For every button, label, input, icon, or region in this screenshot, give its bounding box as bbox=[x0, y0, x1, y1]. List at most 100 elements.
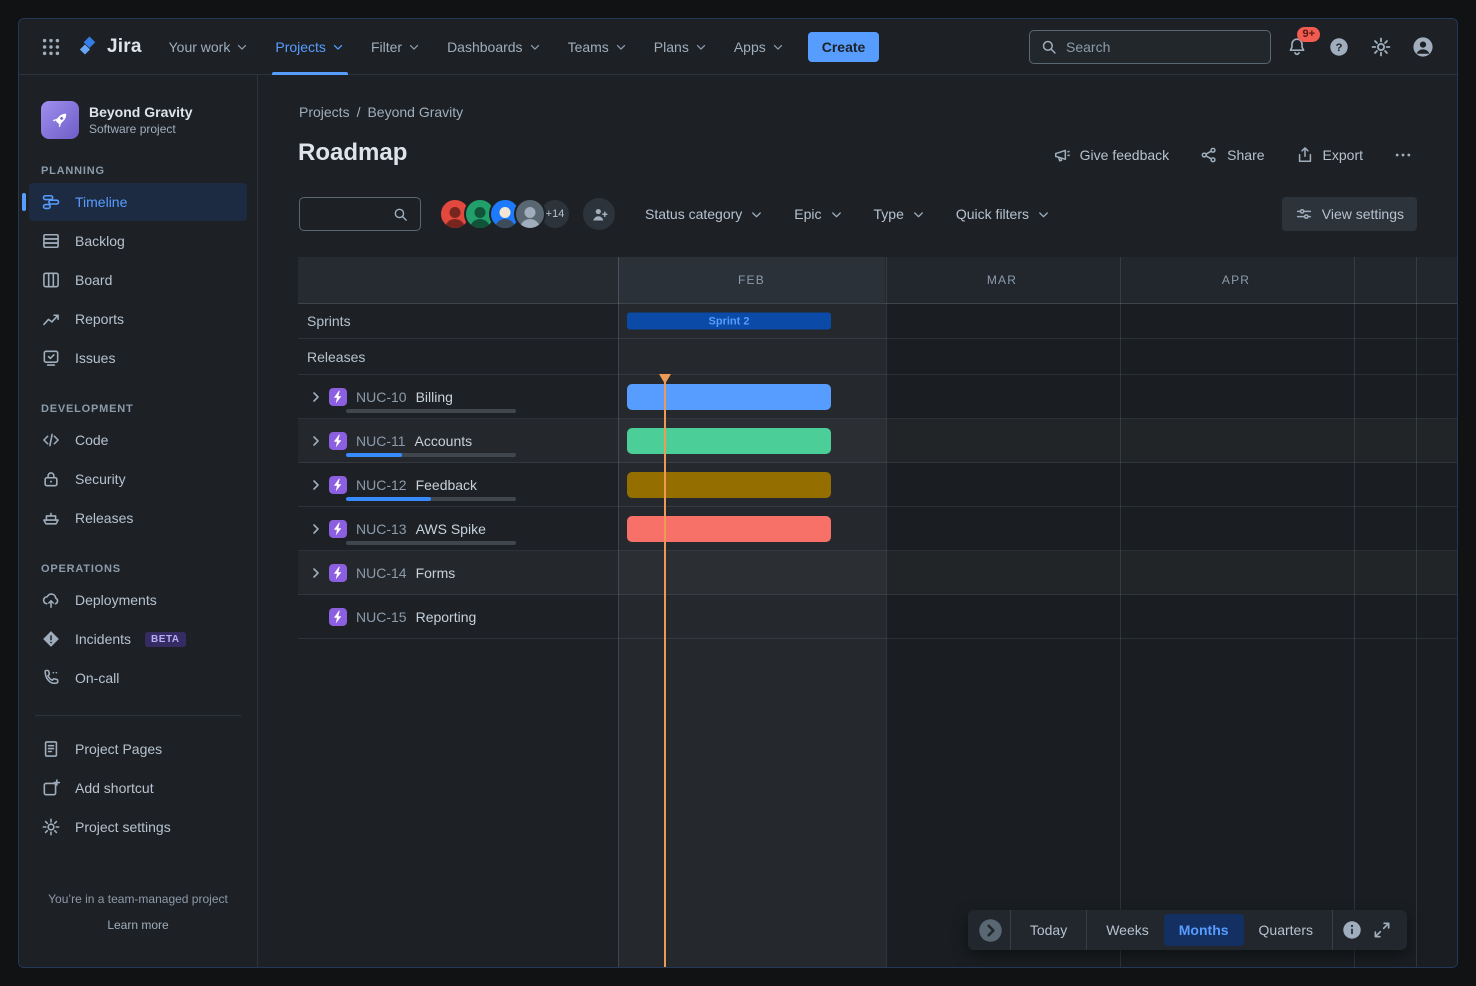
timeline-search[interactable] bbox=[299, 197, 421, 231]
sidebar-item-security[interactable]: Security bbox=[29, 460, 247, 498]
breadcrumb-projects[interactable]: Projects bbox=[299, 104, 350, 120]
expand-chevron-icon[interactable] bbox=[308, 521, 324, 537]
sidebar-item-deployments[interactable]: Deployments bbox=[29, 581, 247, 619]
sidebar-item-board[interactable]: Board bbox=[29, 261, 247, 299]
month-header-apr: APR bbox=[1119, 257, 1353, 303]
export-button[interactable]: Export bbox=[1295, 145, 1363, 165]
nav-item-teams[interactable]: Teams bbox=[555, 19, 641, 75]
epic-name[interactable]: Accounts bbox=[415, 433, 473, 449]
expand-chevron-icon[interactable] bbox=[308, 477, 324, 493]
epic-name[interactable]: Reporting bbox=[416, 609, 477, 625]
epic-row-nuc-12: NUC-12 Feedback bbox=[298, 463, 1457, 507]
give-feedback-button[interactable]: Give feedback bbox=[1052, 145, 1170, 165]
help-button[interactable]: ? bbox=[1323, 31, 1355, 63]
epic-icon bbox=[329, 432, 347, 450]
epic-name[interactable]: AWS Spike bbox=[416, 521, 486, 537]
expand-chevron-icon[interactable] bbox=[308, 433, 324, 449]
sidebar-item-add-shortcut[interactable]: Add shortcut bbox=[29, 769, 247, 807]
expand-chevron-icon[interactable] bbox=[308, 389, 324, 405]
type-filter[interactable]: Type bbox=[874, 206, 926, 222]
zoom-months-button[interactable]: Months bbox=[1164, 914, 1244, 946]
epic-filter[interactable]: Epic bbox=[794, 206, 843, 222]
chevron-down-icon bbox=[829, 207, 844, 222]
megaphone-icon bbox=[1052, 145, 1072, 165]
jira-logo[interactable]: Jira bbox=[77, 35, 142, 58]
zoombar-divider bbox=[1010, 910, 1011, 950]
epic-name[interactable]: Forms bbox=[416, 565, 456, 581]
project-header[interactable]: Beyond Gravity Software project bbox=[19, 101, 257, 139]
epic-progress-fill bbox=[346, 453, 402, 457]
settings-button[interactable] bbox=[1365, 31, 1397, 63]
learn-more-link[interactable]: Learn more bbox=[19, 918, 257, 932]
nav-item-label: Your work bbox=[169, 39, 231, 55]
epic-name[interactable]: Billing bbox=[416, 389, 453, 405]
nav-item-filter[interactable]: Filter bbox=[358, 19, 434, 75]
nav-item-plans[interactable]: Plans bbox=[641, 19, 721, 75]
timeline-toolbar: +14 Status category Epic Type bbox=[299, 197, 1417, 231]
fullscreen-button[interactable] bbox=[1367, 915, 1397, 945]
sidebar-item-label: Board bbox=[75, 272, 112, 288]
chevron-down-icon bbox=[331, 40, 345, 54]
nav-item-apps[interactable]: Apps bbox=[721, 19, 798, 75]
more-actions-button[interactable] bbox=[1393, 145, 1413, 165]
epic-bar-aws-spike[interactable] bbox=[627, 516, 831, 542]
epic-bar-billing[interactable] bbox=[627, 384, 831, 410]
notifications-button[interactable]: 9+ bbox=[1281, 31, 1313, 63]
epic-bar-accounts[interactable] bbox=[627, 428, 831, 454]
sidebar-item-timeline[interactable]: Timeline bbox=[29, 183, 247, 221]
scroll-right-button[interactable] bbox=[976, 915, 1006, 945]
list-timeline-divider[interactable] bbox=[618, 257, 619, 967]
sidebar-item-project-settings[interactable]: Project settings bbox=[29, 808, 247, 846]
quick-filters[interactable]: Quick filters bbox=[956, 206, 1051, 222]
sidebar-item-label: Add shortcut bbox=[75, 780, 154, 796]
sidebar-item-issues[interactable]: Issues bbox=[29, 339, 247, 377]
sidebar-item-oncall[interactable]: On-call bbox=[29, 659, 247, 697]
nav-item-projects[interactable]: Projects bbox=[262, 19, 358, 75]
section-label-planning: PLANNING bbox=[41, 165, 257, 177]
zoombar-divider bbox=[1086, 910, 1087, 950]
jira-logo-icon bbox=[77, 35, 100, 58]
today-marker-triangle[interactable] bbox=[659, 374, 671, 384]
today-button[interactable]: Today bbox=[1015, 914, 1082, 946]
epic-name[interactable]: Feedback bbox=[416, 477, 477, 493]
app-switcher-button[interactable] bbox=[35, 31, 67, 63]
zoom-weeks-button[interactable]: Weeks bbox=[1091, 914, 1164, 946]
sidebar-item-label: Backlog bbox=[75, 233, 125, 249]
share-button[interactable]: Share bbox=[1199, 145, 1264, 165]
epic-filter-label: Epic bbox=[794, 206, 821, 222]
epic-bar-feedback[interactable] bbox=[627, 472, 831, 498]
sprint-bar[interactable]: Sprint 2 bbox=[627, 313, 831, 330]
section-label-operations: OPERATIONS bbox=[41, 563, 257, 575]
breadcrumb-project[interactable]: Beyond Gravity bbox=[367, 104, 463, 120]
add-people-button[interactable] bbox=[583, 198, 615, 230]
profile-button[interactable] bbox=[1407, 31, 1439, 63]
nav-item-your-work[interactable]: Your work bbox=[156, 19, 263, 75]
expand-chevron-icon[interactable] bbox=[308, 565, 324, 581]
sidebar-item-reports[interactable]: Reports bbox=[29, 300, 247, 338]
create-button[interactable]: Create bbox=[808, 32, 880, 62]
status-category-filter[interactable]: Status category bbox=[645, 206, 764, 222]
epic-key: NUC-12 bbox=[356, 477, 407, 493]
timeline-search-input[interactable] bbox=[308, 207, 392, 222]
nav-item-label: Filter bbox=[371, 39, 402, 55]
nav-item-dashboards[interactable]: Dashboards bbox=[434, 19, 555, 75]
nav-item-label: Plans bbox=[654, 39, 689, 55]
sidebar-item-code[interactable]: Code bbox=[29, 421, 247, 459]
sidebar-item-project-pages[interactable]: Project Pages bbox=[29, 730, 247, 768]
nav-item-label: Apps bbox=[734, 39, 766, 55]
global-search-input[interactable] bbox=[1066, 39, 1260, 55]
desktop-background: Jira Your work Projects Filter Dashboard… bbox=[0, 0, 1476, 986]
sidebar-item-incidents[interactable]: Incidents BETA bbox=[29, 620, 247, 658]
status-category-label: Status category bbox=[645, 206, 742, 222]
global-search[interactable] bbox=[1029, 30, 1271, 64]
user-avatar[interactable] bbox=[514, 198, 546, 230]
chevron-down-icon bbox=[911, 207, 926, 222]
epic-icon bbox=[329, 476, 347, 494]
sidebar-item-releases[interactable]: Releases bbox=[29, 499, 247, 537]
chevron-circle-right-icon bbox=[977, 917, 1004, 944]
sidebar-item-backlog[interactable]: Backlog bbox=[29, 222, 247, 260]
timeline-info-button[interactable] bbox=[1337, 915, 1367, 945]
header-actions: Give feedback Share Export bbox=[1052, 145, 1413, 165]
view-settings-button[interactable]: View settings bbox=[1282, 197, 1417, 231]
zoom-quarters-button[interactable]: Quarters bbox=[1244, 914, 1328, 946]
